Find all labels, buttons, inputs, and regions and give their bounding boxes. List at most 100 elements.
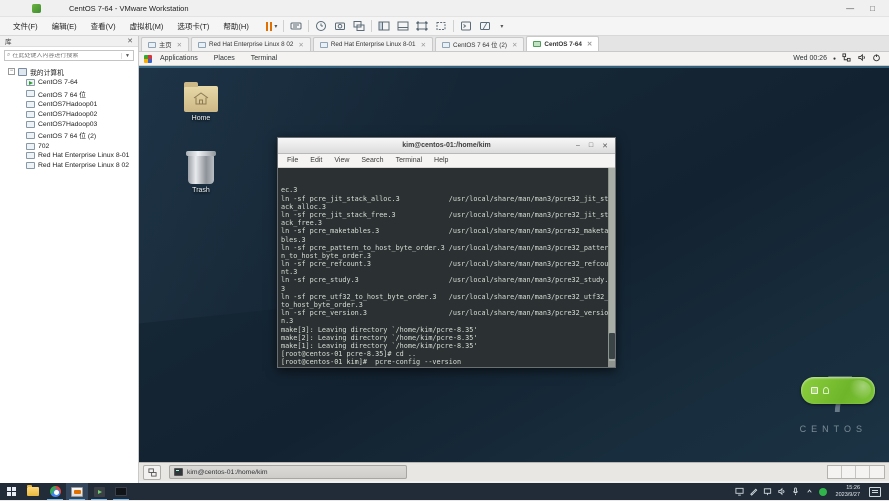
bubble-mouse-icon: [823, 387, 829, 394]
scrollbar-down-button[interactable]: [609, 361, 615, 367]
vmware-menu-item[interactable]: 编辑(E): [45, 20, 84, 33]
send-ctrl-alt-del-button[interactable]: [290, 20, 302, 32]
vm-name: CentOS 7 64 位: [38, 89, 86, 99]
terminal-line: to_host_byte_order.3: [281, 301, 615, 309]
library-close-icon[interactable]: ✕: [127, 37, 133, 45]
console-view-button[interactable]: [397, 20, 409, 32]
terminal-menu-item[interactable]: View: [329, 157, 354, 164]
tree-expander-icon[interactable]: −: [8, 68, 15, 75]
display-tray-icon[interactable]: [735, 483, 744, 501]
terminal-menu-item[interactable]: Search: [356, 157, 388, 164]
pause-dropdown-caret[interactable]: ▾: [274, 23, 277, 30]
search-input[interactable]: [12, 53, 121, 59]
workspace-cell[interactable]: [842, 466, 856, 478]
tab-close-icon[interactable]: ✕: [177, 41, 182, 49]
windows-start-button[interactable]: [0, 483, 22, 500]
tab-close-icon[interactable]: ✕: [421, 41, 426, 49]
search-icon: ⌕: [5, 52, 12, 59]
window-list-label: kim@centos-01:/home/kim: [187, 469, 268, 476]
trash-desktop-icon[interactable]: Trash: [175, 154, 227, 194]
vm-tab[interactable]: 主页 ✕: [141, 37, 189, 51]
vmware-menu-item[interactable]: 选项卡(T): [170, 20, 216, 33]
terminal-menu-item[interactable]: Terminal: [391, 157, 427, 164]
gnome-clock[interactable]: Wed 00:26: [793, 55, 827, 62]
library-search[interactable]: ⌕ ▼: [4, 50, 134, 61]
workspace-cell[interactable]: [828, 466, 842, 478]
vm-tab[interactable]: CentOS 7 64 位 (2) ✕: [435, 37, 524, 51]
pause-vm-button[interactable]: [266, 22, 273, 31]
show-library-button[interactable]: [378, 20, 390, 32]
terminal-body[interactable]: ec.3ln -sf pcre_jit_stack_alloc.3 /usr/l…: [278, 168, 615, 367]
network-icon[interactable]: [842, 53, 851, 64]
chrome-taskbar-button[interactable]: [44, 483, 66, 500]
tab-close-icon[interactable]: ✕: [587, 40, 592, 48]
terminal-menu-item[interactable]: File: [282, 157, 303, 164]
network-tray-icon[interactable]: [763, 483, 772, 501]
terminal-maximize-button[interactable]: □: [589, 142, 593, 150]
maximize-button[interactable]: □: [870, 4, 875, 13]
vm-tab[interactable]: CentOS 7-64 ✕: [526, 36, 599, 51]
terminal-window-list-button[interactable]: kim@centos-01:/home/kim: [169, 465, 407, 479]
take-snapshot-button[interactable]: [334, 20, 346, 32]
sidebar-vm-item[interactable]: CentOS 7 64 位: [0, 88, 138, 101]
notification-center-icon[interactable]: [869, 487, 881, 497]
scrollbar-thumb[interactable]: [609, 333, 615, 359]
display-dropdown-caret[interactable]: ▾: [500, 23, 503, 30]
search-dropdown-caret[interactable]: ▼: [121, 53, 133, 59]
sidebar-vm-item[interactable]: CentOS7Hadoop03: [0, 119, 138, 129]
sidebar-vm-item[interactable]: CentOS 7-64: [0, 78, 138, 88]
terminal-menu-item[interactable]: Edit: [305, 157, 327, 164]
vm-icon: [26, 132, 35, 139]
sidebar-vm-item[interactable]: Red Hat Enterprise Linux 8 02: [0, 161, 138, 171]
vmware-menu-item[interactable]: 查看(V): [84, 20, 123, 33]
terminal-titlebar[interactable]: kim@centos-01:/home/kim – □ ✕: [278, 138, 615, 154]
show-hidden-icons-arrow[interactable]: [805, 483, 814, 501]
vm-tab-icon: [533, 41, 541, 47]
terminal-menu-item[interactable]: Help: [429, 157, 453, 164]
vm-tab[interactable]: Red Hat Enterprise Linux 8-01 ✕: [313, 37, 433, 51]
sidebar-vm-item[interactable]: 702: [0, 142, 138, 152]
volume-icon[interactable]: [857, 53, 866, 64]
speaker-tray-icon[interactable]: [777, 483, 786, 501]
power-icon[interactable]: [872, 53, 881, 64]
gnome-menu-item[interactable]: Places: [206, 55, 243, 62]
fullscreen-button[interactable]: [416, 20, 428, 32]
vmware-tools-notification-bubble[interactable]: [801, 377, 875, 404]
vmware-taskbar-button[interactable]: [66, 483, 88, 500]
tree-root-my-computer[interactable]: − 我的计算机: [0, 65, 138, 78]
media-player-taskbar-button[interactable]: [88, 483, 110, 500]
bubble-keyboard-icon: [811, 387, 818, 394]
terminal-scrollbar[interactable]: [608, 168, 615, 367]
sidebar-vm-item[interactable]: CentOS 7 64 位 (2): [0, 129, 138, 142]
home-desktop-icon[interactable]: Home: [175, 86, 227, 122]
terminal-minimize-button[interactable]: –: [576, 142, 580, 150]
microphone-tray-icon[interactable]: [791, 483, 800, 501]
workspace-cell[interactable]: [870, 466, 884, 478]
vm-console-button[interactable]: [460, 20, 472, 32]
terminal-close-button[interactable]: ✕: [602, 142, 608, 150]
taskbar-clock[interactable]: 15:26 2023/9/27: [832, 485, 864, 498]
security-tray-icon[interactable]: [819, 488, 827, 496]
vmware-menu-item[interactable]: 虚拟机(M): [123, 20, 171, 33]
pen-tray-icon[interactable]: [749, 483, 758, 501]
tab-close-icon[interactable]: ✕: [298, 41, 303, 49]
gnome-menu-item[interactable]: Terminal: [243, 55, 285, 62]
sidebar-vm-item[interactable]: CentOS7Hadoop01: [0, 100, 138, 110]
display-scaling-button[interactable]: [479, 20, 491, 32]
vmware-menu-item[interactable]: 帮助(H): [216, 20, 255, 33]
minimize-button[interactable]: —: [846, 4, 854, 13]
unity-mode-button[interactable]: [435, 20, 447, 32]
terminal-line: ln -sf pcre_refcount.3 /usr/local/share/…: [281, 260, 615, 268]
vm-tab[interactable]: Red Hat Enterprise Linux 8 02 ✕: [191, 37, 311, 51]
sidebar-vm-item[interactable]: CentOS7Hadoop02: [0, 110, 138, 120]
workspace-cell[interactable]: [856, 466, 870, 478]
file-explorer-taskbar-button[interactable]: [22, 483, 44, 500]
tab-close-icon[interactable]: ✕: [512, 41, 517, 49]
console-taskbar-button[interactable]: [110, 483, 132, 500]
vmware-menu-item[interactable]: 文件(F): [6, 20, 45, 33]
show-desktop-button[interactable]: [143, 465, 161, 480]
sidebar-vm-item[interactable]: Red Hat Enterprise Linux 8-01: [0, 151, 138, 161]
snapshot-clock-button[interactable]: [315, 20, 327, 32]
gnome-menu-item[interactable]: Applications: [152, 55, 206, 62]
snapshot-manager-button[interactable]: [353, 20, 365, 32]
